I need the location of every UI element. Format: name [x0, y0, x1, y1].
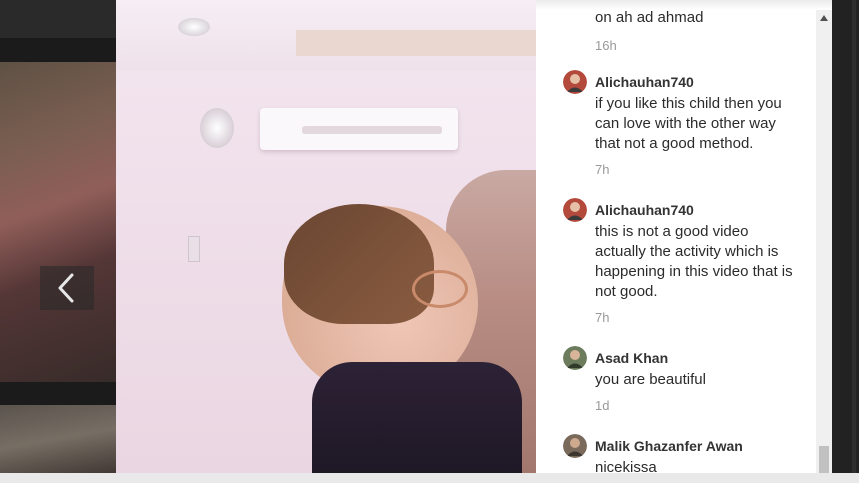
avatar[interactable] — [563, 70, 587, 94]
right-divider — [852, 0, 856, 483]
comment-author[interactable]: Alichauhan740 — [595, 202, 694, 218]
comment-time[interactable]: 1d — [595, 398, 803, 413]
chevron-left-icon — [58, 273, 74, 303]
photo-air-conditioner — [260, 108, 458, 150]
bottom-bar — [0, 473, 859, 483]
photo-wall-lamp — [200, 108, 234, 148]
photo-switch — [188, 236, 200, 262]
comment-time[interactable]: 7h — [595, 310, 803, 325]
photo-ceiling-recess — [296, 30, 536, 56]
comment-author[interactable]: Alichauhan740 — [595, 74, 694, 90]
comment-item: Alichauhan740 if you like this child the… — [563, 70, 803, 177]
comment-text: this is not a good video actually the ac… — [595, 223, 793, 300]
lightbox: on ah ad ahmad 16h Alichauhan740 if you … — [0, 0, 859, 483]
comment-item: Alichauhan740 this is not a good video a… — [563, 198, 803, 325]
right-backdrop — [832, 0, 859, 483]
triangle-up-icon — [820, 15, 828, 21]
left-backdrop-top — [0, 0, 116, 38]
scroll-thumb[interactable] — [819, 446, 829, 473]
previous-photo-preview — [0, 62, 116, 382]
comment-author[interactable]: Asad Khan — [595, 350, 668, 366]
photo-child-glasses — [412, 270, 468, 308]
comment-item: Malik Ghazanfer Awan nicekissa — [563, 434, 803, 473]
comment-item: Asad Khan you are beautiful 1d — [563, 346, 803, 413]
avatar[interactable] — [563, 198, 587, 222]
comment-text: nicekissa — [595, 459, 657, 473]
photo-child-hair — [284, 204, 434, 324]
comments-panel: on ah ad ahmad 16h Alichauhan740 if you … — [536, 0, 832, 473]
comment-time[interactable]: 7h — [595, 162, 803, 177]
comment-text: on ah ad ahmad — [595, 9, 704, 26]
avatar[interactable] — [563, 346, 587, 370]
comment-text: if you like this child then you can love… — [595, 95, 782, 152]
previous-photo-preview-lower — [0, 405, 116, 473]
comments-scrollbar[interactable] — [816, 10, 832, 473]
previous-photo-button[interactable] — [40, 266, 94, 310]
comment-item: on ah ad ahmad 16h — [563, 8, 803, 53]
scroll-up-button[interactable] — [816, 10, 832, 26]
photo-child-body — [312, 362, 522, 473]
avatar[interactable] — [563, 434, 587, 458]
main-photo[interactable] — [116, 0, 536, 473]
comment-author[interactable]: Malik Ghazanfer Awan — [595, 438, 743, 454]
photo-ceiling-light — [178, 18, 210, 36]
comment-time[interactable]: 16h — [595, 38, 803, 53]
comment-text: you are beautiful — [595, 371, 706, 388]
